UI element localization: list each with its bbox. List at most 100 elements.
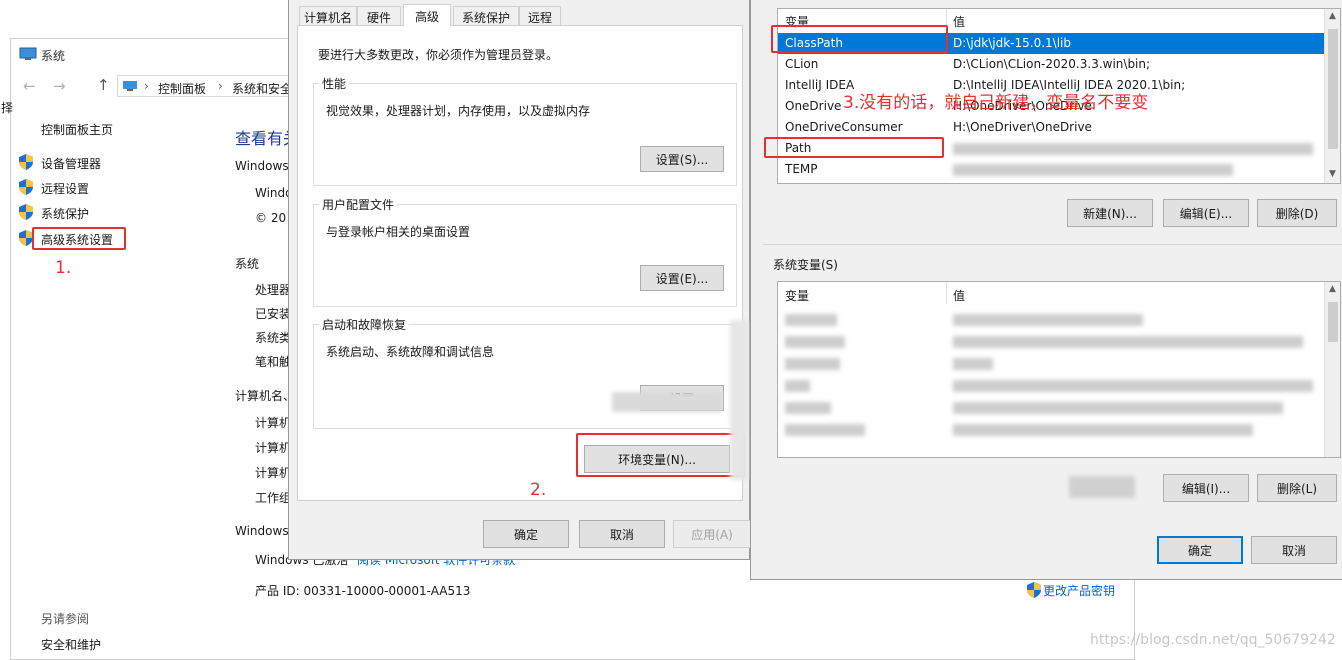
env-row[interactable]: TEMP xyxy=(778,159,1340,180)
system-delete-button[interactable]: 删除(L) xyxy=(1257,474,1337,502)
system-variables-list[interactable]: 变量 值 ▲ xyxy=(777,281,1341,458)
system-row-processor: 处理器 xyxy=(255,283,292,297)
scroll-down-icon[interactable]: ▼ xyxy=(1329,169,1336,179)
user-delete-button[interactable]: 删除(D) xyxy=(1257,199,1337,227)
privacy-blur xyxy=(953,358,993,370)
system-variables-label: 系统变量(S) xyxy=(773,258,838,272)
highlight-env-button xyxy=(576,433,745,477)
ok-button[interactable]: 确定 xyxy=(483,520,569,548)
forward-arrow-icon[interactable]: → xyxy=(53,77,66,95)
env-row-name: OneDriveConsumer xyxy=(785,120,903,134)
divider xyxy=(763,244,1342,245)
system-edit-button[interactable]: 编辑(I)... xyxy=(1163,474,1249,502)
tab-remote[interactable]: 远程 xyxy=(519,6,561,26)
computer-row-1: 计算机 xyxy=(255,416,292,430)
performance-settings-button[interactable]: 设置(S)... xyxy=(640,146,724,172)
computer-section-label: 计算机名、 xyxy=(235,389,296,403)
step2-label: 2. xyxy=(530,480,547,500)
env-row[interactable]: CLion D:\CLion\CLion-2020.3.3.win\bin; xyxy=(778,54,1340,75)
tab-computer-name[interactable]: 计算机名 xyxy=(299,6,357,26)
button-label: 删除(D) xyxy=(1275,206,1319,221)
env-row-value: D:\CLion\CLion-2020.3.3.win\bin; xyxy=(953,57,1151,71)
tab-label: 高级 xyxy=(414,10,439,24)
shield-icon xyxy=(1027,582,1041,598)
nav-home-link[interactable]: 控制面板主页 xyxy=(41,121,113,138)
column-header-value[interactable]: 值 xyxy=(953,287,965,304)
privacy-blur xyxy=(953,336,1303,348)
tab-strip: 计算机名 硬件 高级 系统保护 远程 xyxy=(297,4,743,28)
env-row[interactable]: OneDriveConsumer H:\OneDriver\OneDrive xyxy=(778,117,1340,138)
env-row-name: OneDrive xyxy=(785,99,842,113)
see-also-security-link[interactable]: 安全和维护 xyxy=(41,636,101,653)
startup-recovery-group: 启动和故障恢复 系统启动、系统故障和调试信息 设置 xyxy=(313,316,737,429)
scroll-up-icon[interactable]: ▲ xyxy=(1329,11,1336,21)
user-profile-group-title: 用户配置文件 xyxy=(319,196,398,213)
startup-recovery-desc: 系统启动、系统故障和调试信息 xyxy=(326,345,495,359)
tab-label: 硬件 xyxy=(366,11,391,25)
back-arrow-icon[interactable]: ← xyxy=(23,77,36,95)
activation-section-label: Windows xyxy=(235,524,289,538)
scrollbar[interactable]: ▲ xyxy=(1324,282,1340,457)
tab-system-protection[interactable]: 系统保护 xyxy=(453,6,519,26)
privacy-blur xyxy=(953,402,1283,414)
window-title: 系统 xyxy=(41,49,66,63)
env-row-value: D:\jdk\jdk-15.0.1\lib xyxy=(953,36,1071,50)
shield-icon xyxy=(19,204,33,220)
computer-row-workgroup: 工作组 xyxy=(255,491,292,505)
nav-remote-settings[interactable]: 远程设置 xyxy=(41,180,89,197)
scroll-thumb[interactable] xyxy=(1328,29,1338,149)
control-panel-icon xyxy=(123,81,137,91)
cancel-button[interactable]: 取消 xyxy=(579,520,665,548)
system-row-pen: 笔和触 xyxy=(255,355,292,369)
env-cancel-button[interactable]: 取消 xyxy=(1251,536,1337,564)
nav-system-protection[interactable]: 系统保护 xyxy=(41,205,89,222)
tab-hardware[interactable]: 硬件 xyxy=(357,6,401,26)
shield-icon xyxy=(19,154,33,170)
user-profile-settings-button[interactable]: 设置(E)... xyxy=(640,265,724,291)
env-row-name: TEMP xyxy=(785,162,818,176)
column-header-variable[interactable]: 变量 xyxy=(785,287,809,304)
shield-icon xyxy=(19,230,33,246)
tab-label: 远程 xyxy=(527,11,552,25)
button-label: 删除(L) xyxy=(1276,481,1318,496)
button-label: 设置(S)... xyxy=(655,152,709,167)
privacy-blur xyxy=(612,392,722,412)
left-edge-text: 择 xyxy=(1,101,14,115)
change-key-link[interactable]: 更改产品密钥 xyxy=(1043,582,1115,599)
button-label: 应用(A) xyxy=(691,527,733,542)
breadcrumb-system-security[interactable]: 系统和安全 xyxy=(232,80,292,97)
privacy-blur xyxy=(953,143,1313,155)
step3-label: 3.没有的话，就自己新建，变量名不要变 xyxy=(843,93,1149,113)
button-label: 编辑(I)... xyxy=(1181,481,1231,496)
tab-advanced[interactable]: 高级 xyxy=(403,4,451,28)
breadcrumb-control-panel[interactable]: 控制面板 xyxy=(158,80,206,97)
tab-panel: 要进行大多数更改，你必须作为管理员登录。 性能 视觉效果，处理器计划，内存使用，… xyxy=(297,26,743,501)
scroll-up-icon[interactable]: ▲ xyxy=(1329,284,1336,294)
apply-button[interactable]: 应用(A) xyxy=(673,520,751,548)
watermark: https://blog.csdn.net/qq_50679242 xyxy=(1090,632,1336,648)
breadcrumb-separator-icon: › xyxy=(144,79,149,93)
column-header-value[interactable]: 值 xyxy=(953,13,965,30)
privacy-blur xyxy=(785,402,831,414)
button-label: 取消 xyxy=(609,527,634,542)
user-new-button[interactable]: 新建(N)... xyxy=(1067,199,1153,227)
scroll-thumb[interactable] xyxy=(1328,302,1338,342)
see-also-heading: 另请参阅 xyxy=(41,612,90,626)
scrollbar[interactable]: ▲ ▼ xyxy=(1324,9,1340,183)
highlight-advanced-settings xyxy=(32,227,126,250)
button-label: 确定 xyxy=(513,527,538,542)
tab-label: 计算机名 xyxy=(303,11,352,25)
env-row-value: H:\OneDriver\OneDrive xyxy=(953,120,1092,134)
performance-group: 性能 视觉效果，处理器计划，内存使用，以及虚拟内存 设置(S)... xyxy=(313,75,737,186)
env-ok-button[interactable]: 确定 xyxy=(1157,536,1243,564)
up-arrow-icon[interactable]: ↑ xyxy=(97,76,110,94)
privacy-blur xyxy=(953,314,1143,326)
breadcrumb-separator-icon: › xyxy=(218,79,223,93)
nav-device-manager[interactable]: 设备管理器 xyxy=(41,155,101,172)
admin-note: 要进行大多数更改，你必须作为管理员登录。 xyxy=(318,48,559,62)
environment-variables-dialog: 变量 值 ClassPath D:\jdk\jdk-15.0.1\lib CLi… xyxy=(750,0,1342,580)
privacy-blur xyxy=(953,424,1253,436)
privacy-blur xyxy=(785,358,840,370)
shield-icon xyxy=(19,179,33,195)
user-edit-button[interactable]: 编辑(E)... xyxy=(1163,199,1249,227)
